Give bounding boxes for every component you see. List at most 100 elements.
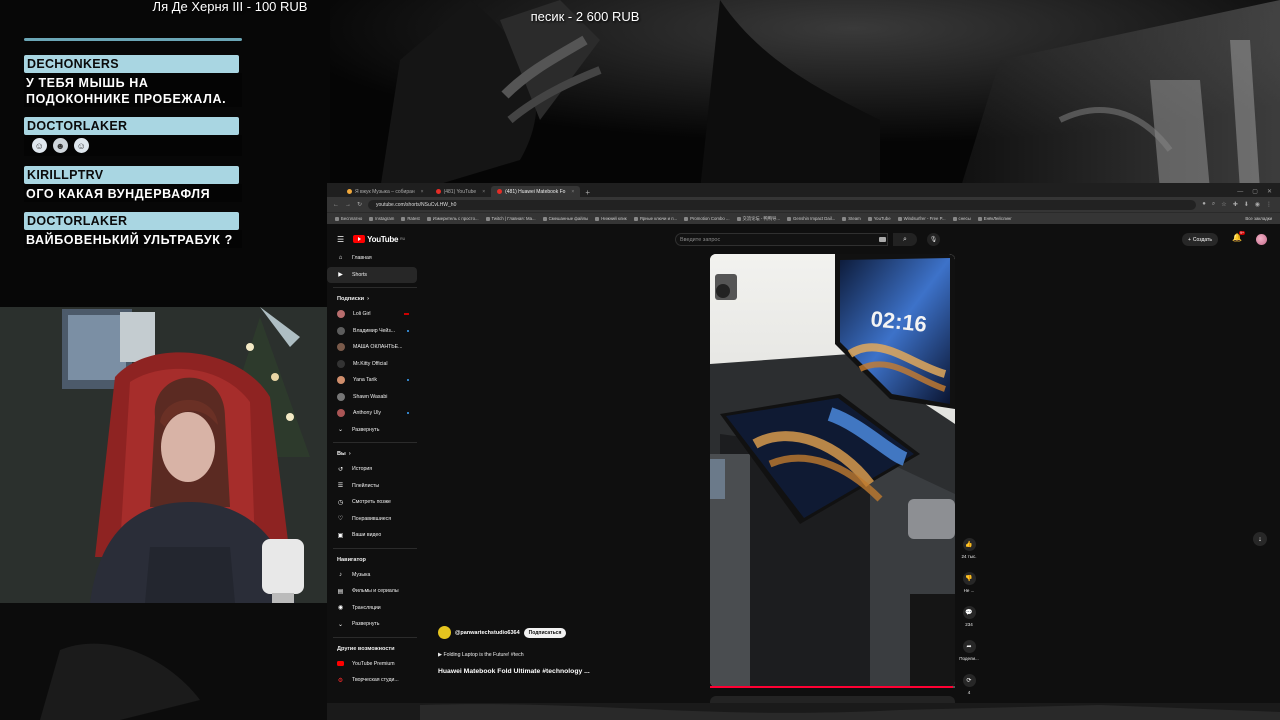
bookmark-item[interactable]: YouTube — [867, 216, 891, 221]
search-button[interactable]: ⌕ — [893, 233, 917, 246]
short-progress-bar[interactable] — [710, 686, 955, 688]
emote-icon: ☻ — [53, 138, 68, 153]
sidebar-subscription-item[interactable]: Владимир Чейз... — [327, 323, 417, 340]
next-short-button[interactable]: ↓ — [1253, 532, 1267, 546]
bookmark-item[interactable]: Instagram — [369, 216, 394, 221]
subscribe-button[interactable]: Подписаться — [523, 627, 567, 638]
youtube-logo[interactable]: YouTube RU — [353, 235, 405, 244]
bookmark-item[interactable]: Смешанные файлы — [542, 216, 588, 221]
bookmark-favicon-icon — [736, 216, 741, 221]
zoom-icon[interactable]: ⌕ — [1212, 201, 1215, 208]
sidebar-item-home[interactable]: ⌂ Главная — [327, 250, 417, 267]
extensions-puzzle-icon[interactable]: ✚ — [1233, 201, 1238, 208]
sidebar-item-your-videos[interactable]: ▣ Ваши видео — [327, 527, 417, 544]
short-video-player[interactable]: 02:16 — [710, 254, 955, 687]
sidebar-subscription-item[interactable]: Loli Girl — [327, 306, 417, 323]
bookmark-item[interactable]: Windsurfrer - Free P... — [897, 216, 946, 221]
new-content-dot — [407, 379, 409, 382]
bookmark-item[interactable]: ЕнёкЛейслинг — [977, 216, 1012, 221]
bookmark-item[interactable]: Нижний клик — [595, 216, 627, 221]
sidebar-divider — [333, 442, 417, 443]
close-icon[interactable]: × — [482, 189, 485, 195]
youtube-page: ☰ YouTube RU Введите запрос ⌕ 🎙 + Создать … — [327, 228, 1280, 703]
chevron-down-icon: ⌄ — [337, 621, 344, 628]
bookmark-item[interactable]: Измеритель с просто... — [426, 216, 479, 221]
sidebar-subscription-item[interactable]: Yana Tarik — [327, 372, 417, 389]
url-input[interactable]: youtube.com/shorts/NSuCvLHW_h0 — [368, 199, 1197, 210]
bookmark-item[interactable]: Ratest — [401, 216, 420, 221]
bookmark-favicon-icon — [401, 216, 406, 221]
bookmark-item[interactable]: Бесплатно — [335, 216, 362, 221]
sidebar-subscription-item[interactable]: Mr.Kitty Official — [327, 356, 417, 373]
sidebar-you-header[interactable]: Вы › — [327, 447, 423, 461]
sidebar-subscription-item[interactable]: Anthony Uly — [327, 405, 417, 422]
like-action[interactable]: 👍 24 тыс. — [957, 538, 981, 559]
sidebar-item-movies[interactable]: ▤ Фильмы и сериалы — [327, 583, 417, 600]
sidebar-expand-subs[interactable]: ⌄ Развернуть — [327, 422, 417, 439]
bookmark-favicon-icon — [426, 216, 431, 221]
sidebar-item-history[interactable]: ↺ История — [327, 461, 417, 478]
sidebar-item-watch-later[interactable]: ◷ Смотреть позже — [327, 494, 417, 511]
all-bookmarks-button[interactable]: Все закладки — [1245, 216, 1272, 221]
maximize-icon[interactable]: ▢ — [1252, 188, 1258, 195]
sidebar-item-like[interactable]: ♡ Понравившиеся — [327, 511, 417, 528]
sidebar-item-label: Фильмы и сериалы — [352, 588, 399, 595]
bookmark-star-icon[interactable]: ☆ — [1221, 201, 1226, 208]
next-short-preview[interactable] — [710, 696, 955, 703]
download-icon[interactable]: ⬇ — [1244, 201, 1249, 208]
chat-message: DOCTORLAKER ☺ ☻ ☺ — [24, 117, 248, 156]
sidebar-item-shorts[interactable]: ▶ Shorts — [327, 266, 417, 283]
section-title: Другие возможности — [337, 645, 395, 652]
sidebar-item-music[interactable]: ♪ Музыка — [327, 567, 417, 584]
account-avatar[interactable] — [1256, 234, 1267, 245]
voice-search-button[interactable]: 🎙 — [927, 233, 940, 246]
close-icon[interactable]: × — [421, 189, 424, 195]
channel-avatar[interactable] — [438, 626, 451, 639]
search-input[interactable]: Введите запрос — [675, 233, 888, 246]
sidebar-subscriptions-header[interactable]: Подписки › — [327, 292, 423, 306]
tab-youtube[interactable]: (481) YouTube × — [430, 186, 492, 197]
share-action[interactable]: ➦ Подели... — [957, 640, 981, 661]
extension-icon[interactable]: ● — [1202, 201, 1206, 208]
bookmark-item[interactable]: Ярные ключи и п... — [633, 216, 677, 221]
new-tab-button[interactable]: + — [580, 188, 595, 197]
sidebar-subscription-item[interactable]: МАША ОКЛАНТЬЕ... — [327, 339, 417, 356]
bookmark-item[interactable]: Twitch | Главная: Ма... — [485, 216, 536, 221]
close-icon[interactable]: × — [571, 189, 574, 195]
remix-action[interactable]: ⟳ 4 — [957, 674, 981, 695]
bookmark-item[interactable]: снесы — [952, 216, 971, 221]
tab-music[interactable]: Я вжук Музыка – собиран × — [341, 186, 430, 197]
keyboard-icon[interactable] — [879, 237, 886, 242]
bookmark-favicon-icon — [369, 216, 374, 221]
minimize-icon[interactable]: — — [1237, 189, 1243, 195]
sidebar-item-playlists[interactable]: ☰ Плейлисты — [327, 478, 417, 495]
more-features-list: YouTube Premium ⚙ Творческая студи... — [327, 656, 423, 689]
reload-icon[interactable]: ↻ — [357, 201, 362, 208]
bookmark-item[interactable]: Genshin Impact Dail... — [787, 216, 835, 221]
section-title: Вы — [337, 451, 346, 457]
bookmark-item[interactable]: Promotion Combo ... — [684, 216, 730, 221]
forward-icon[interactable]: → — [345, 202, 351, 208]
tab-huawei-short[interactable]: (481) Huawei Matebook Fo × — [491, 186, 581, 197]
short-title[interactable]: Huawei Matebook Fold Ultimate #technolog… — [438, 668, 590, 675]
bookmark-item[interactable]: Steam — [842, 216, 861, 221]
bookmark-item[interactable]: 交流论坛 - 鸭鸭导... — [736, 216, 780, 222]
sidebar-item-yt-premium[interactable]: YouTube Premium — [327, 656, 417, 673]
create-button[interactable]: + Создать — [1182, 233, 1218, 246]
profile-icon[interactable]: ◉ — [1255, 201, 1260, 208]
short-music-row[interactable]: ▶ Folding Laptop is the Future! #tech — [438, 652, 524, 658]
sidebar-subscription-item[interactable]: Shawn Wasabi — [327, 389, 417, 406]
share-icon: ➦ — [962, 640, 976, 653]
sidebar-item-studio[interactable]: ⚙ Творческая студи... — [327, 672, 417, 689]
back-icon[interactable]: ← — [333, 202, 339, 208]
hamburger-menu-icon[interactable]: ☰ — [337, 235, 344, 244]
menu-icon[interactable]: ⋮ — [1266, 201, 1272, 208]
comments-action[interactable]: 💬 234 — [957, 606, 981, 627]
sidebar-item-chevron-down[interactable]: ⌄ Развернуть — [327, 616, 417, 633]
dislike-action[interactable]: 👎 Не ... — [957, 572, 981, 593]
bookmark-label: снесы — [958, 216, 971, 221]
channel-handle[interactable]: @panwartechstudio6364 — [455, 630, 520, 636]
sidebar-item-live[interactable]: ◉ Трансляции — [327, 600, 417, 617]
sidebar-item-label: Музыка — [352, 571, 371, 578]
close-window-icon[interactable]: ✕ — [1267, 188, 1272, 195]
